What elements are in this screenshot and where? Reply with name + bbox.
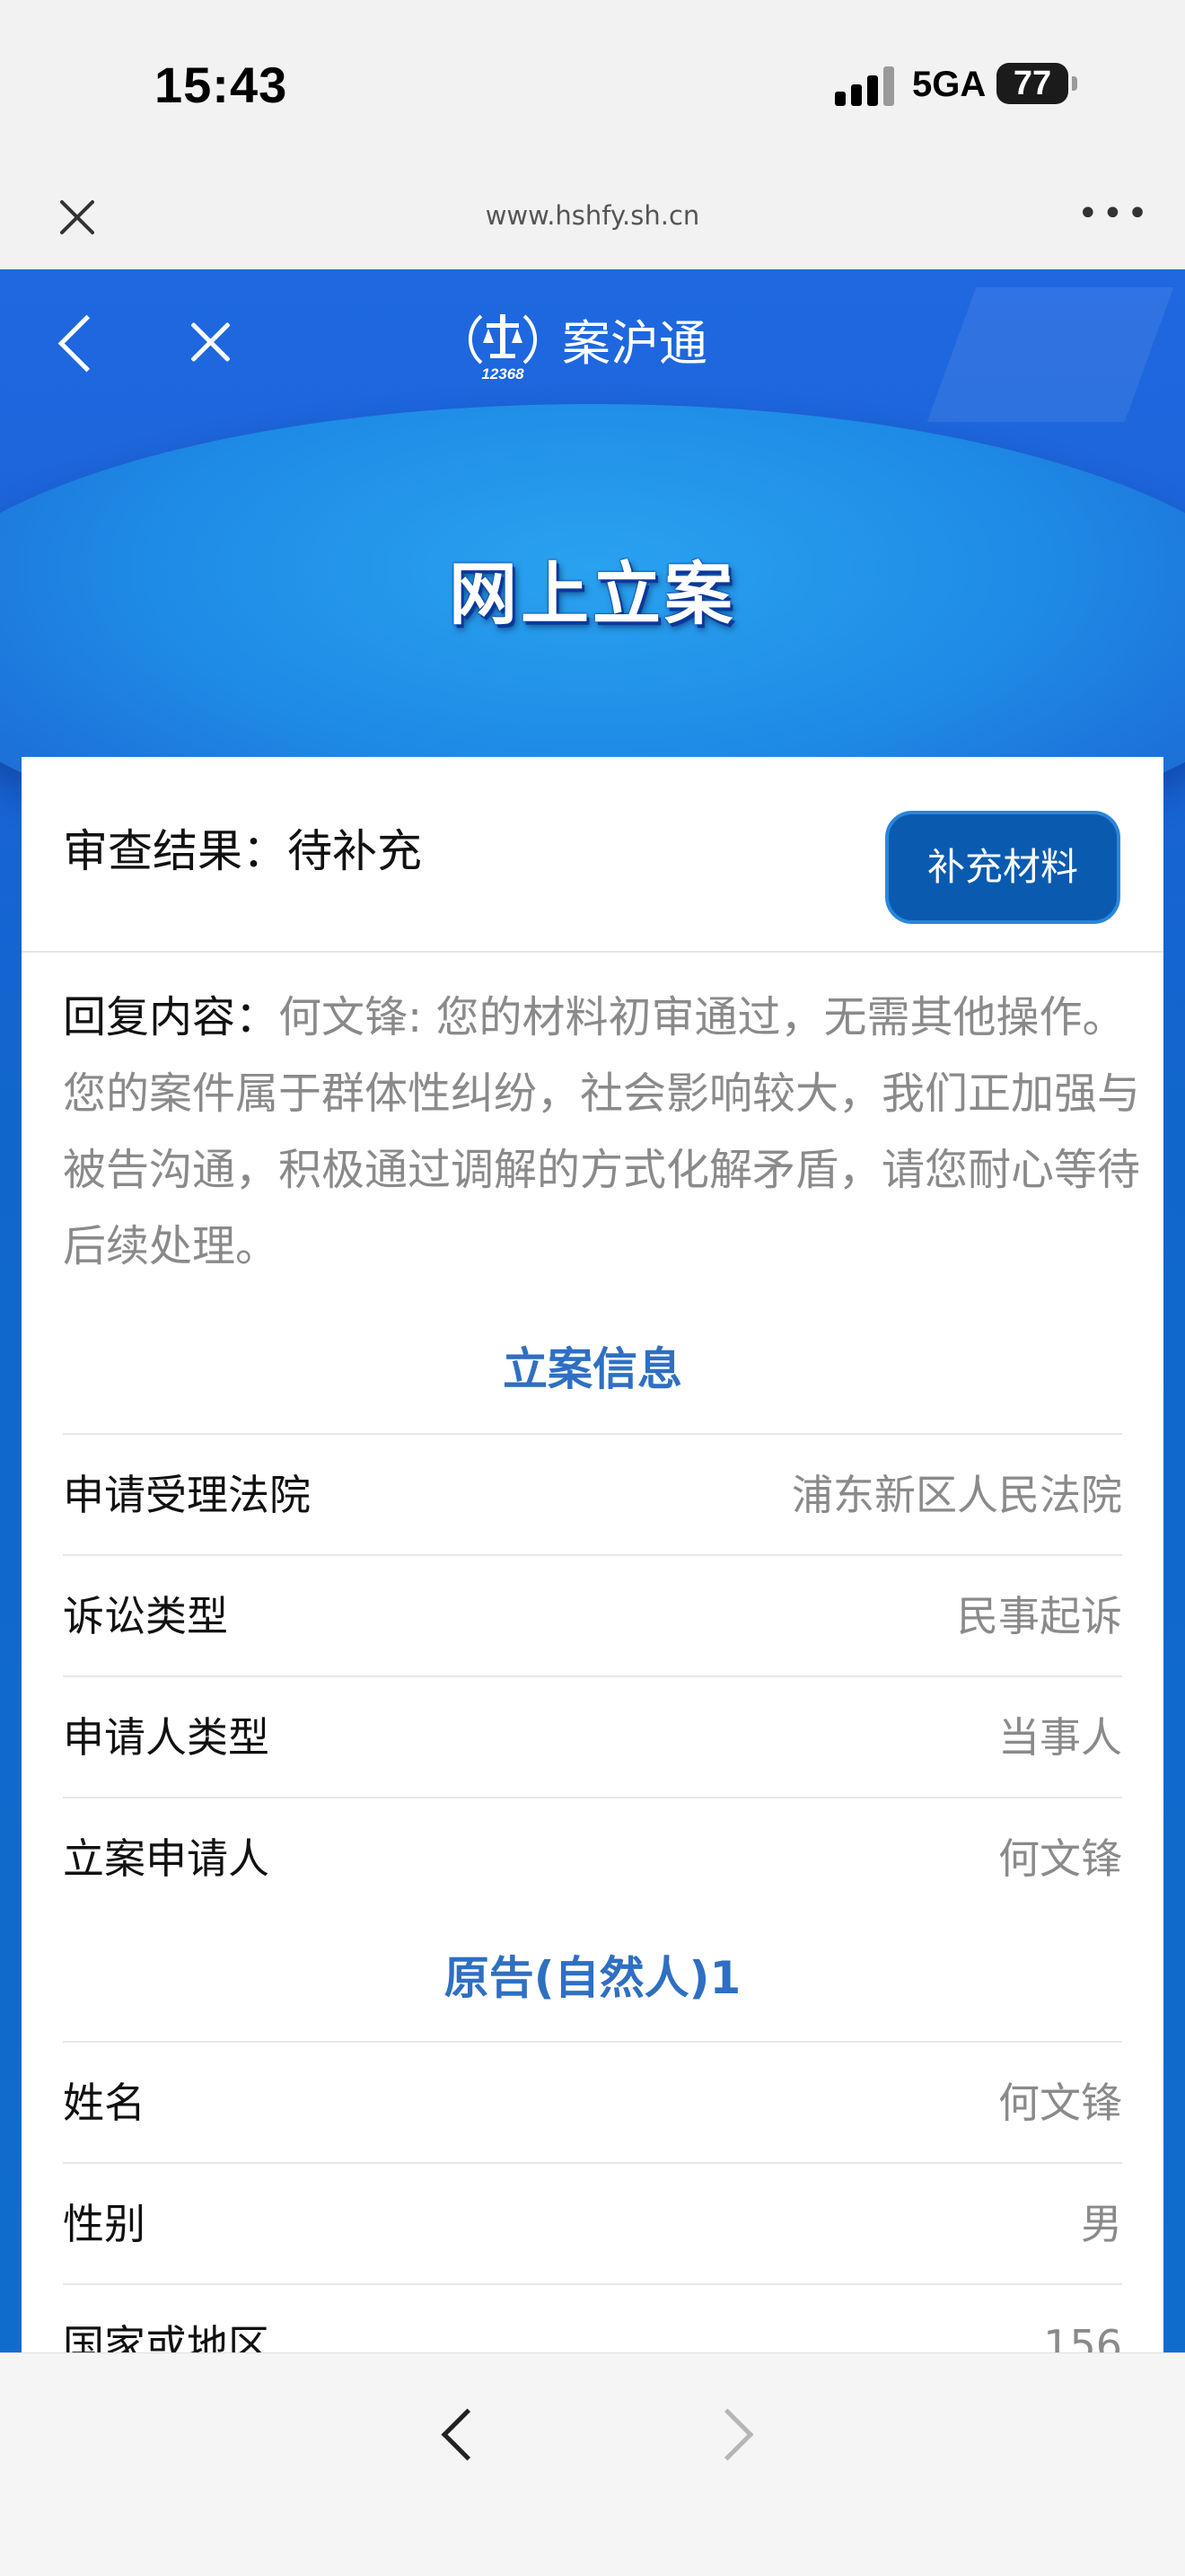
row-key: 申请受理法院 xyxy=(63,1471,311,1519)
court-logo-icon: 12368 xyxy=(468,314,538,382)
battery-icon: 77 xyxy=(996,63,1077,104)
back-icon[interactable] xyxy=(57,314,116,373)
row-key: 性别 xyxy=(63,2200,145,2248)
section-title-case-info: 立案信息 xyxy=(503,1343,682,1395)
more-options-icon[interactable]: ••• xyxy=(1077,196,1149,232)
app-title: 案沪通 xyxy=(562,315,707,372)
reply-label: 回复内容： xyxy=(63,992,279,1042)
decoration xyxy=(926,287,1174,422)
row-key: 诉讼类型 xyxy=(63,1592,228,1640)
status-time: 15:43 xyxy=(154,57,288,113)
info-row: 诉讼类型 民事起诉 xyxy=(63,1554,1122,1676)
row-value: 浦东新区人民法院 xyxy=(792,1471,1122,1519)
content-card: 审查结果：待补充 补充材料 回复内容：何文锋: 您的材料初审通过，无需其他操作。… xyxy=(22,757,1163,2369)
bottom-toolbar xyxy=(0,2352,1185,2576)
info-row: 性别 男 xyxy=(63,2162,1122,2284)
browser-bar: www.hshfy.sh.cn ••• xyxy=(0,171,1185,269)
page-title: 网上立案 xyxy=(449,554,736,634)
row-value: 何文锋 xyxy=(998,2079,1122,2127)
row-value: 当事人 xyxy=(998,1713,1122,1762)
row-key: 申请人类型 xyxy=(63,1713,269,1762)
section-title-plaintiff: 原告(自然人)1 xyxy=(443,1952,742,2004)
row-value: 男 xyxy=(1081,2200,1122,2248)
battery-level: 77 xyxy=(1013,65,1052,102)
info-row: 申请受理法院 浦东新区人民法院 xyxy=(63,1433,1122,1555)
status-bar: 15:43 5GA 77 xyxy=(0,0,1185,171)
browser-forward-icon[interactable] xyxy=(701,2408,754,2461)
browser-back-icon[interactable] xyxy=(441,2408,494,2461)
row-key: 立案申请人 xyxy=(63,1834,269,1883)
logo-text: 12368 xyxy=(481,365,524,382)
signal-icon xyxy=(835,65,898,106)
info-row: 姓名 何文锋 xyxy=(63,2041,1122,2163)
review-result: 审查结果：待补充 补充材料 xyxy=(22,757,1163,953)
close-icon[interactable] xyxy=(185,316,235,366)
info-row: 立案申请人 何文锋 xyxy=(63,1797,1122,1919)
row-key: 姓名 xyxy=(63,2079,145,2127)
reply-content: 回复内容：何文锋: 您的材料初审通过，无需其他操作。您的案件属于群体性纠纷，社会… xyxy=(63,980,1140,1285)
row-value: 何文锋 xyxy=(998,1834,1122,1883)
supplement-materials-button[interactable]: 补充材料 xyxy=(885,811,1120,924)
review-result-label: 审查结果：待补充 xyxy=(63,825,422,877)
network-type: 5GA xyxy=(912,65,987,104)
url-text: www.hshfy.sh.cn xyxy=(485,200,700,231)
row-value: 民事起诉 xyxy=(957,1592,1122,1640)
info-row: 申请人类型 当事人 xyxy=(63,1675,1122,1798)
